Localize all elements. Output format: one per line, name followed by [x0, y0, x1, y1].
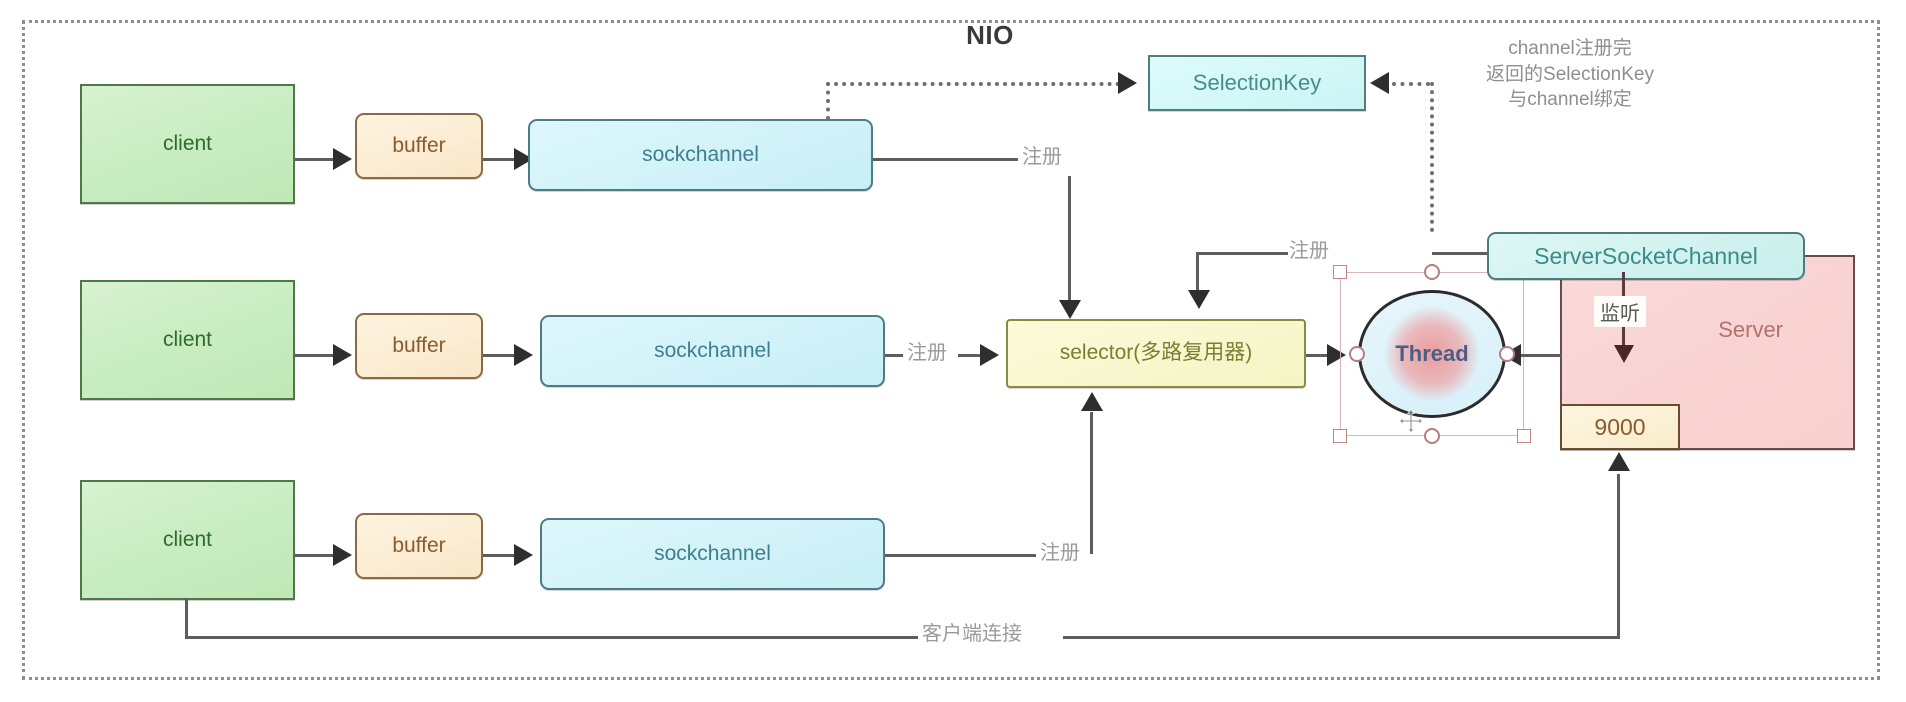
selector-box[interactable]: selector(多路复用器)	[1006, 319, 1306, 388]
connector-register-3-h	[885, 554, 1045, 557]
connector-ssc-register-h-left	[1196, 252, 1288, 255]
arrow-client-buffer-3	[333, 544, 352, 566]
server-socket-channel-box[interactable]: ServerSocketChannel	[1487, 232, 1805, 280]
port-box[interactable]: 9000	[1560, 404, 1680, 450]
thread-circle[interactable]: Thread	[1358, 290, 1506, 418]
client-box-2[interactable]: client	[80, 280, 295, 400]
diagram-title: NIO	[966, 20, 1014, 50]
connector-buffer-channel-3	[483, 554, 516, 557]
client-label-3: client	[162, 527, 213, 551]
connector-note-dotted-h	[1392, 82, 1430, 86]
sockchannel-label-3: sockchannel	[654, 541, 771, 565]
connector-clientconn-h-right	[1063, 636, 1620, 639]
arrow-ssc-register	[1188, 290, 1210, 309]
connection-point-left[interactable]	[1349, 346, 1365, 362]
server-label: Server	[1718, 317, 1783, 342]
arrow-register-3	[1081, 392, 1103, 411]
connector-buffer-channel-1	[483, 158, 516, 161]
selector-label: selector(多路复用器)	[1059, 341, 1253, 365]
move-cursor-icon	[1398, 408, 1424, 434]
connector-client-buffer-2	[295, 354, 335, 357]
connector-register-2-h2	[958, 354, 982, 357]
connector-clientconn-h-left	[185, 636, 918, 639]
sockchannel-box-2[interactable]: sockchannel	[540, 315, 885, 387]
selection-key-note: channel注册完 返回的SelectionKey 与channel绑定	[1486, 38, 1654, 111]
ssc-register-label: 注册	[1285, 239, 1333, 263]
connector-note-dotted-v	[1430, 82, 1434, 232]
buffer-box-2[interactable]: buffer	[355, 313, 483, 379]
connector-client-buffer-3	[295, 554, 335, 557]
client-label-2: client	[162, 327, 213, 351]
sockchannel-box-1[interactable]: sockchannel	[528, 119, 873, 191]
connector-server-thread	[1520, 354, 1562, 357]
resize-handle-top-left[interactable]	[1333, 265, 1347, 279]
connector-register-1-v	[1068, 176, 1071, 316]
connector-buffer-channel-2	[483, 354, 516, 357]
diagram-canvas: NIO client buffer sockchannel 注册 Selecti…	[0, 0, 1906, 702]
client-label-1: client	[162, 131, 213, 155]
register-label-3: 注册	[1036, 541, 1084, 565]
buffer-box-3[interactable]: buffer	[355, 513, 483, 579]
buffer-label-3: buffer	[392, 533, 446, 557]
client-box-1[interactable]: client	[80, 84, 295, 204]
arrow-clientconn-port	[1608, 452, 1630, 471]
client-box-3[interactable]: client	[80, 480, 295, 600]
connection-point-bottom[interactable]	[1424, 428, 1440, 444]
thread-label: Thread	[1395, 341, 1469, 366]
buffer-label-1: buffer	[392, 133, 446, 157]
arrow-note-to-selectionkey	[1370, 72, 1389, 94]
server-socket-channel-label: ServerSocketChannel	[1534, 242, 1758, 269]
connector-selectionkey-dotted-v	[826, 82, 830, 120]
register-label-2: 注册	[903, 341, 951, 365]
arrow-buffer-channel-2	[514, 344, 533, 366]
connection-point-top[interactable]	[1424, 264, 1440, 280]
sockchannel-label-1: sockchannel	[642, 142, 759, 166]
arrow-listen	[1614, 345, 1634, 363]
sockchannel-box-3[interactable]: sockchannel	[540, 518, 885, 590]
connection-point-right[interactable]	[1499, 346, 1515, 362]
resize-handle-bottom-right[interactable]	[1517, 429, 1531, 443]
arrow-register-1	[1059, 300, 1081, 319]
arrow-client-buffer-1	[333, 148, 352, 170]
connector-clientconn-v-left	[185, 598, 188, 639]
selection-key-label: SelectionKey	[1192, 70, 1322, 96]
connector-register-2-h1	[885, 354, 903, 357]
arrow-register-2	[980, 344, 999, 366]
listen-label: 监听	[1594, 296, 1646, 327]
selection-key-box[interactable]: SelectionKey	[1148, 55, 1366, 111]
thread-shape[interactable]: Thread	[1333, 264, 1531, 444]
client-connection-label: 客户端连接	[918, 622, 1026, 646]
connector-register-3-v	[1090, 412, 1093, 554]
connector-clientconn-v-right	[1617, 474, 1620, 636]
sockchannel-label-2: sockchannel	[654, 338, 771, 362]
buffer-box-1[interactable]: buffer	[355, 113, 483, 179]
arrow-client-buffer-2	[333, 344, 352, 366]
connector-selectionkey-dotted-h	[826, 82, 1120, 86]
arrow-buffer-channel-3	[514, 544, 533, 566]
resize-handle-bottom-left[interactable]	[1333, 429, 1347, 443]
register-label-1: 注册	[1018, 145, 1066, 169]
port-label: 9000	[1594, 413, 1646, 440]
buffer-label-2: buffer	[392, 333, 446, 357]
connector-ssc-register-h-right	[1432, 252, 1487, 255]
arrow-selectionkey	[1118, 72, 1137, 94]
connector-client-buffer-1	[295, 158, 335, 161]
